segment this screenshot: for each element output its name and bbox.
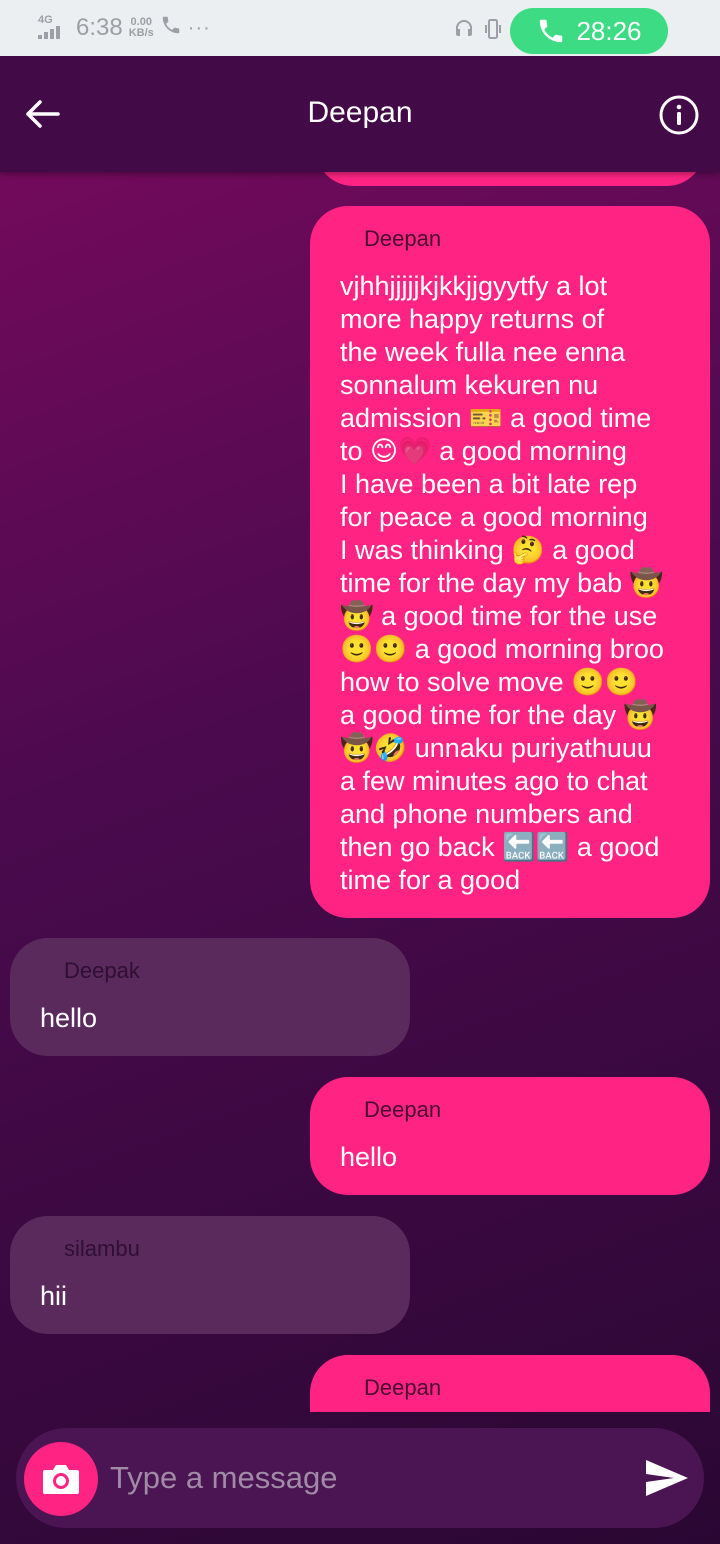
- message-line: then go back 🔙🔙 a good: [340, 832, 660, 862]
- message-bubble-outgoing[interactable]: [316, 172, 704, 186]
- message-bubble-incoming[interactable]: Deepak hello: [10, 938, 410, 1056]
- net-speed-unit: KB/s: [128, 27, 154, 39]
- message-line: a good time for the day 🤠: [340, 700, 658, 730]
- message-line: the week fulla nee enna: [340, 337, 626, 367]
- message-line: 🙂🙂 a good morning broo: [340, 634, 664, 664]
- message-line: and phone numbers and: [340, 799, 633, 829]
- message-line: a few minutes ago to chat: [340, 766, 648, 796]
- message-line: to 😊💗 a good morning: [340, 436, 627, 466]
- message-sender: Deepan: [364, 1097, 442, 1122]
- message-bubble-outgoing[interactable]: Deepan vjhhjjjjjkjkkjjgyytfy a lot more …: [310, 206, 710, 918]
- message-sender: Deepan: [364, 1375, 442, 1400]
- message-line: 🤠 a good time for the use: [340, 601, 658, 631]
- message-line: how to solve move 🙂🙂: [340, 667, 639, 697]
- message-line: time for a good: [340, 865, 521, 895]
- vibrate-icon: [484, 17, 502, 46]
- chat-screen: Deepan Deepan vjhhjjjjjkjkkjjgyytfy a lo…: [0, 56, 720, 1544]
- message-line: more happy returns of: [340, 304, 605, 334]
- message-line: I have been a bit late rep: [340, 469, 638, 499]
- headset-icon: [452, 17, 476, 46]
- camera-button[interactable]: [24, 1442, 98, 1516]
- message-text: hello: [340, 1142, 398, 1172]
- chat-title: Deepan: [307, 96, 413, 129]
- message-line: I was thinking 🤔 a good: [340, 535, 635, 565]
- more-status: ···: [187, 16, 211, 39]
- message-line: time for the day my bab 🤠: [340, 568, 664, 598]
- message-bubble-incoming[interactable]: silambu hii: [10, 1216, 410, 1334]
- net-speed: 0.00 KB/s: [129, 17, 154, 39]
- message-text: hii: [40, 1281, 68, 1311]
- message-sender: Deepak: [64, 958, 140, 983]
- message-bubble-outgoing[interactable]: Deepan hello: [310, 1077, 710, 1195]
- message-input[interactable]: [110, 1448, 610, 1508]
- message-sender: silambu: [64, 1236, 140, 1261]
- network-type: 4G: [38, 14, 53, 26]
- phone-icon: [540, 19, 563, 43]
- info-icon[interactable]: [658, 94, 700, 136]
- status-bar: 4G 6:38 0.00 KB/s ··· 28:26: [0, 0, 720, 56]
- message-line: vjhhjjjjjkjkkjjgyytfy a lot: [340, 271, 608, 301]
- message-text: hello: [40, 1003, 98, 1033]
- message-bubble-outgoing[interactable]: Deepan: [310, 1355, 710, 1412]
- ongoing-call-pill[interactable]: 28:26: [510, 8, 668, 54]
- message-line: sonnalum kekuren nu: [340, 370, 599, 400]
- send-icon[interactable]: [642, 1454, 690, 1502]
- message-composer: [16, 1428, 704, 1528]
- message-line: for peace a good morning: [340, 502, 648, 532]
- message-list[interactable]: Deepan vjhhjjjjjkjkkjjgyytfy a lot more …: [0, 172, 720, 1412]
- message-line: admission 🎫 a good time: [340, 403, 652, 433]
- camera-icon: [43, 1465, 79, 1494]
- chat-header: Deepan: [0, 56, 720, 172]
- phone-small-icon: [160, 14, 182, 42]
- message-sender: Deepan: [364, 226, 442, 251]
- status-time: 6:38: [76, 14, 123, 41]
- message-line: 🤠🤣 unnaku puriyathuuu: [340, 733, 652, 763]
- message-text: vjhhjjjjjkjkkjjgyytfy a lot more happy r…: [340, 270, 686, 897]
- call-timer: 28:26: [576, 15, 642, 46]
- signal-icon: 4G: [36, 15, 70, 41]
